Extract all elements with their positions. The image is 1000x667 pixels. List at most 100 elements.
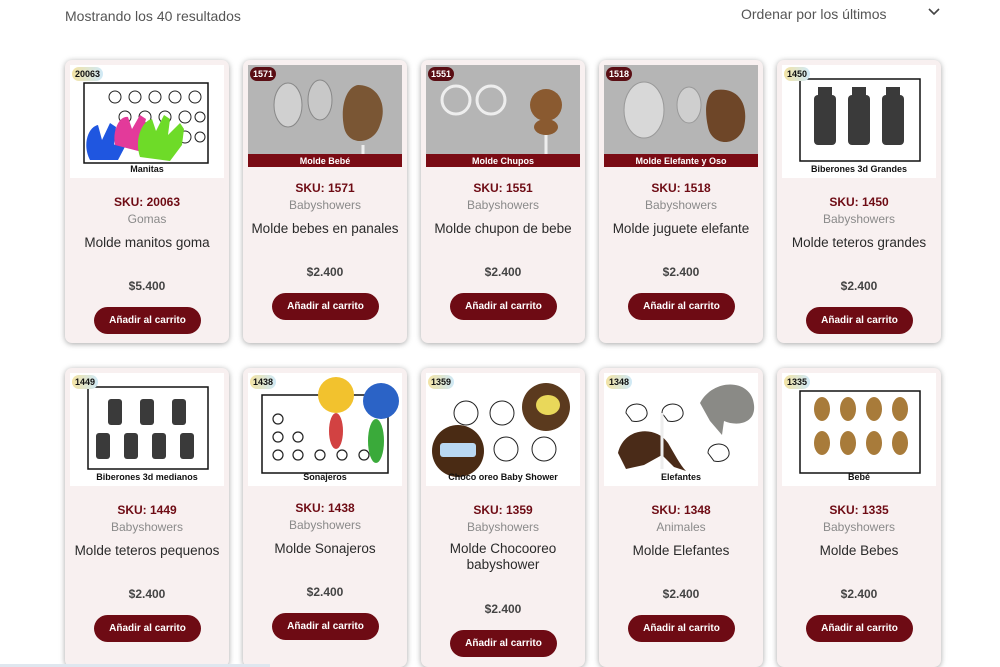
product-card[interactable]: 1518 Molde Elefante y Oso SKU: 1518 Baby… [599,60,763,343]
product-image[interactable]: 1551 Molde Chupos [426,65,580,167]
product-image[interactable]: 20063 Manitas [70,65,224,178]
product-image[interactable]: 1449 Biberones 3d medianos [70,373,224,486]
image-caption: Bebé [847,472,870,482]
product-price: $2.400 [484,602,522,616]
add-to-cart-button[interactable]: Añadir al carrito [272,613,379,640]
product-name[interactable]: Molde chupon de bebe [427,221,579,237]
product-name[interactable]: Molde juguete elefante [605,221,757,237]
add-to-cart-button[interactable]: Añadir al carrito [272,293,379,320]
product-image[interactable]: 1571 Molde Bebé [248,65,402,167]
add-to-cart-button[interactable]: Añadir al carrito [94,307,201,334]
chevron-down-icon [928,8,940,16]
product-category[interactable]: Animales [599,520,763,534]
product-price: $5.400 [128,279,166,293]
image-caption: Choco oreo Baby Shower [448,472,558,482]
babies-mold-illustration [799,390,921,474]
product-card[interactable]: 1438 Sonajeros SKU: 1438 Babyshowers Mol… [243,368,407,667]
product-name[interactable]: Molde Sonajeros [249,541,401,557]
product-sku: SKU: 1449 [117,503,177,517]
product-category[interactable]: Gomas [65,212,229,226]
product-image[interactable]: 1335 Bebé [782,373,936,486]
add-to-cart-button[interactable]: Añadir al carrito [806,615,913,642]
product-price: $2.400 [306,585,344,599]
sort-label: Ordenar por los últimos [741,6,887,22]
product-code-badge: 1551 [428,67,455,81]
sort-dropdown[interactable]: Ordenar por los últimos [741,6,941,24]
image-caption: Molde Chupos [472,156,534,166]
product-name[interactable]: Molde bebes en panales [249,221,401,237]
product-name[interactable]: Molde Chocooreo babyshower [427,541,579,573]
add-to-cart-button[interactable]: Añadir al carrito [628,293,735,320]
image-caption: Molde Elefante y Oso [635,156,727,166]
image-caption: Biberones 3d Grandes [810,164,908,174]
product-price: $2.400 [840,279,878,293]
product-category[interactable]: Babyshowers [65,520,229,534]
product-image[interactable]: 1450 Biberones 3d Grandes [782,65,936,178]
image-caption: Biberones 3d medianos [96,472,198,482]
product-image[interactable]: 1348 Elefantes [604,373,758,486]
product-card[interactable]: 1348 Elefantes SKU: 1348 Animales Molde … [599,368,763,667]
product-price: $2.400 [128,587,166,601]
product-code-badge: 1450 [784,67,811,81]
product-code-badge: 1438 [250,375,277,389]
product-price: $2.400 [662,265,700,279]
product-category[interactable]: Babyshowers [243,198,407,212]
add-to-cart-button[interactable]: Añadir al carrito [450,293,557,320]
product-code-badge: 1348 [606,375,633,389]
product-code-badge: 1359 [428,375,455,389]
product-image[interactable]: 1438 Sonajeros [248,373,402,486]
results-count: Mostrando los 40 resultados [65,8,241,24]
product-category[interactable]: Babyshowers [243,518,407,532]
product-sku: SKU: 1348 [651,503,711,517]
rattle-mold-illustration [261,377,399,474]
product-card[interactable]: 1335 Bebé SKU: 1335 Babyshowers Molde Be… [777,368,941,667]
product-sku: SKU: 1551 [473,181,533,195]
image-caption: Sonajeros [303,472,347,482]
bottles-large-mold-illustration [799,78,921,162]
elephants-mold-illustration [618,384,755,471]
product-name[interactable]: Molde teteros pequenos [71,543,223,559]
product-sku: SKU: 1571 [295,181,355,195]
product-sku: SKU: 1438 [295,501,355,515]
product-card[interactable]: 1359 Choco oreo Baby Shower SKU: 1359 Ba… [421,368,585,667]
product-sku: SKU: 1518 [651,181,711,195]
product-price: $2.400 [306,265,344,279]
product-category[interactable]: Babyshowers [777,520,941,534]
product-card[interactable]: 20063 Manitas SKU: 20063 Gomas Molde man… [65,60,229,343]
add-to-cart-button[interactable]: Añadir al carrito [450,630,557,657]
product-category[interactable]: Babyshowers [421,520,585,534]
image-caption: Elefantes [660,472,702,482]
product-code-badge: 1335 [784,375,811,389]
product-code-badge: 20063 [72,67,104,81]
bottles-medium-mold-illustration [87,386,209,470]
product-card[interactable]: 1551 Molde Chupos SKU: 1551 Babyshowers … [421,60,585,343]
product-card[interactable]: 1449 Biberones 3d medianos SKU: 1449 Bab… [65,368,229,667]
add-to-cart-button[interactable]: Añadir al carrito [806,307,913,334]
image-caption: Molde Bebé [299,156,351,166]
image-caption: Manitas [130,164,164,174]
product-sku: SKU: 1359 [473,503,533,517]
product-image[interactable]: 1359 Choco oreo Baby Shower [426,373,580,486]
product-code-badge: 1449 [72,375,99,389]
product-category[interactable]: Babyshowers [421,198,585,212]
product-name[interactable]: Molde teteros grandes [783,235,935,251]
product-sku: SKU: 1335 [829,503,889,517]
product-name[interactable]: Molde manitos goma [71,235,223,251]
manitas-mold-illustration [83,82,209,164]
product-category[interactable]: Babyshowers [599,198,763,212]
product-price: $2.400 [840,587,878,601]
product-name[interactable]: Molde Bebes [783,543,935,559]
product-price: $2.400 [662,587,700,601]
add-to-cart-button[interactable]: Añadir al carrito [94,615,201,642]
choco-oreo-mold-illustration [432,383,570,477]
add-to-cart-button[interactable]: Añadir al carrito [628,615,735,642]
product-code-badge: 1571 [250,67,277,81]
product-image[interactable]: 1518 Molde Elefante y Oso [604,65,758,167]
product-name[interactable]: Molde Elefantes [605,543,757,559]
product-code-badge: 1518 [606,67,633,81]
product-category[interactable]: Babyshowers [777,212,941,226]
product-price: $2.400 [484,265,522,279]
product-sku: SKU: 1450 [829,195,889,209]
product-card[interactable]: 1571 Molde Bebé SKU: 1571 Babyshowers Mo… [243,60,407,343]
product-card[interactable]: 1450 Biberones 3d Grandes SKU: 1450 Baby… [777,60,941,343]
